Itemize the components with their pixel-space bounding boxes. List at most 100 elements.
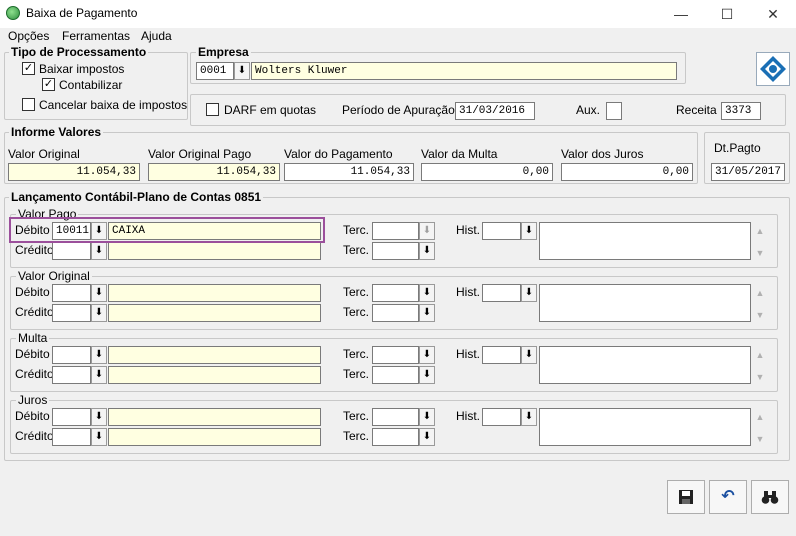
credito-code-field[interactable] — [52, 428, 91, 446]
minimize-button[interactable]: — — [658, 0, 704, 28]
credito-lookup-icon[interactable]: ⬇ — [91, 304, 107, 322]
scroll-up-icon[interactable]: ▲ — [754, 350, 766, 360]
hist-memo-field[interactable] — [539, 408, 751, 446]
terc-debito-lookup-icon[interactable]: ⬇ — [419, 346, 435, 364]
hist-lookup-icon[interactable]: ⬇ — [521, 284, 537, 302]
terc-credito-label: Terc. — [343, 243, 370, 257]
valor-original-pago-label: Valor Original Pago — [148, 147, 252, 161]
contabilizar-label: Contabilizar — [59, 78, 123, 92]
hist-code-field[interactable] — [482, 408, 521, 426]
terc-credito-lookup-icon[interactable]: ⬇ — [419, 366, 435, 384]
terc-debito-lookup-icon[interactable]: ⬇ — [419, 284, 435, 302]
scroll-down-icon[interactable]: ▼ — [754, 310, 766, 320]
app-icon — [6, 6, 20, 20]
hist-code-field[interactable] — [482, 222, 521, 240]
hist-memo-field[interactable] — [539, 222, 751, 260]
cancelar-baixa-label: Cancelar baixa de impostos — [39, 98, 188, 112]
empresa-title: Empresa — [196, 45, 251, 59]
valor-juros-label: Valor dos Juros — [561, 147, 644, 161]
save-button[interactable] — [667, 480, 705, 514]
tipo-processamento-title: Tipo de Processamento — [9, 45, 149, 59]
terc-debito-label: Terc. — [343, 285, 370, 299]
terc-credito-field[interactable] — [372, 304, 419, 322]
credito-label: Crédito — [15, 305, 54, 319]
terc-debito-field[interactable] — [372, 222, 419, 240]
terc-credito-lookup-icon[interactable]: ⬇ — [419, 304, 435, 322]
empresa-lookup-icon[interactable]: ⬇ — [234, 62, 250, 80]
valor-juros-field[interactable]: 0,00 — [561, 163, 693, 181]
hist-memo-field[interactable] — [539, 284, 751, 322]
valor-pagamento-label: Valor do Pagamento — [284, 147, 393, 161]
section-multa-title: Multa — [16, 331, 50, 345]
search-button[interactable] — [751, 480, 789, 514]
valor-pagamento-field[interactable]: 11.054,33 — [284, 163, 414, 181]
contabilizar-checkbox[interactable]: ✓ — [42, 78, 55, 91]
valor-multa-field[interactable]: 0,00 — [421, 163, 553, 181]
debito-code-field[interactable] — [52, 284, 91, 302]
scroll-up-icon[interactable]: ▲ — [754, 288, 766, 298]
hist-label: Hist. — [456, 285, 480, 299]
debito-lookup-icon[interactable]: ⬇ — [91, 346, 107, 364]
terc-credito-lookup-icon[interactable]: ⬇ — [419, 428, 435, 446]
valor-multa-label: Valor da Multa — [421, 147, 498, 161]
darf-quotas-label: DARF em quotas — [224, 103, 317, 117]
menu-ferramentas[interactable]: Ferramentas — [62, 29, 130, 43]
hist-memo-field[interactable] — [539, 346, 751, 384]
scroll-up-icon[interactable]: ▲ — [754, 226, 766, 236]
credito-code-field[interactable] — [52, 366, 91, 384]
debito-label: Débito — [15, 409, 50, 423]
aux-field[interactable] — [606, 102, 622, 120]
debito-name-field — [108, 346, 321, 364]
terc-credito-field[interactable] — [372, 242, 419, 260]
menu-opcoes[interactable]: Opções — [8, 29, 49, 43]
credito-lookup-icon[interactable]: ⬇ — [91, 242, 107, 260]
debito-lookup-icon[interactable]: ⬇ — [91, 284, 107, 302]
credito-lookup-icon[interactable]: ⬇ — [91, 366, 107, 384]
credito-code-field[interactable] — [52, 304, 91, 322]
scroll-up-icon[interactable]: ▲ — [754, 412, 766, 422]
hist-lookup-icon[interactable]: ⬇ — [521, 346, 537, 364]
lancamento-contabil-title: Lançamento Contábil-Plano de Contas 0851 — [9, 190, 264, 204]
terc-debito-field[interactable] — [372, 284, 419, 302]
hist-code-field[interactable] — [482, 346, 521, 364]
debito-label: Débito — [15, 347, 50, 361]
credito-lookup-icon[interactable]: ⬇ — [91, 428, 107, 446]
terc-debito-field[interactable] — [372, 346, 419, 364]
terc-debito-lookup-icon[interactable]: ⬇ — [419, 408, 435, 426]
section-juros-title: Juros — [16, 393, 50, 407]
hist-lookup-icon[interactable]: ⬇ — [521, 222, 537, 240]
terc-credito-lookup-icon[interactable]: ⬇ — [419, 242, 435, 260]
receita-label: Receita — [676, 103, 717, 117]
darf-quotas-checkbox[interactable] — [206, 103, 219, 116]
credito-label: Crédito — [15, 367, 54, 381]
credito-name-field — [108, 428, 321, 446]
empresa-name-field: Wolters Kluwer — [251, 62, 677, 80]
dt-pagto-label: Dt.Pagto — [714, 141, 761, 155]
maximize-button[interactable]: ☐ — [704, 0, 750, 28]
debito-code-field[interactable] — [52, 408, 91, 426]
debito-name-field — [108, 408, 321, 426]
scroll-down-icon[interactable]: ▼ — [754, 372, 766, 382]
close-button[interactable]: ✕ — [750, 0, 796, 28]
terc-credito-field[interactable] — [372, 366, 419, 384]
periodo-apuracao-field[interactable]: 31/03/2016 — [455, 102, 535, 120]
debito-valor-pago-highlight — [9, 217, 325, 243]
scroll-down-icon[interactable]: ▼ — [754, 248, 766, 258]
terc-debito-field[interactable] — [372, 408, 419, 426]
menu-ajuda[interactable]: Ajuda — [141, 29, 172, 43]
baixar-impostos-checkbox[interactable]: ✓ — [22, 62, 35, 75]
debito-code-field[interactable] — [52, 346, 91, 364]
empresa-code-field[interactable]: 0001 — [196, 62, 234, 80]
debito-lookup-icon[interactable]: ⬇ — [91, 408, 107, 426]
credito-code-field[interactable] — [52, 242, 91, 260]
cancelar-baixa-checkbox[interactable] — [22, 98, 35, 111]
hist-code-field[interactable] — [482, 284, 521, 302]
debito-name-field — [108, 284, 321, 302]
undo-button[interactable]: ↶ — [709, 480, 747, 514]
hist-lookup-icon[interactable]: ⬇ — [521, 408, 537, 426]
receita-field[interactable]: 3373 — [721, 102, 761, 120]
scroll-down-icon[interactable]: ▼ — [754, 434, 766, 444]
terc-credito-field[interactable] — [372, 428, 419, 446]
dt-pagto-field[interactable]: 31/05/2017 — [711, 163, 785, 181]
terc-debito-label: Terc. — [343, 223, 370, 237]
